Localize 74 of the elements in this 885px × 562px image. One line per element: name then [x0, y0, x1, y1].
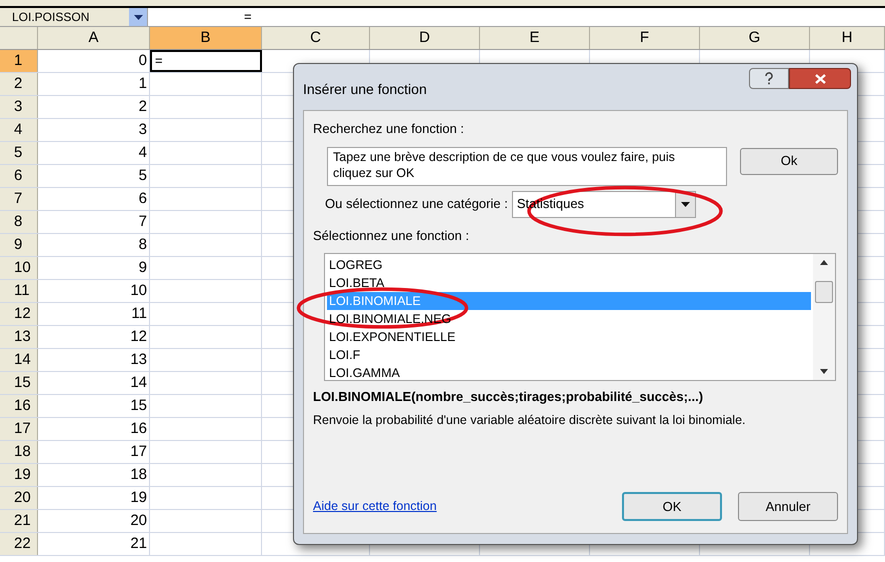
category-label: Ou sélectionnez une catégorie : [325, 195, 508, 214]
cell-value: 4 [138, 142, 147, 163]
row-header[interactable]: 20 [0, 487, 38, 509]
row-header[interactable]: 7 [0, 188, 38, 210]
cell-value: 17 [130, 442, 147, 462]
row-header[interactable]: 11 [0, 280, 38, 302]
cell-value: 20 [130, 510, 147, 531]
search-field[interactable]: Tapez une brève description de ce que vous voulez faire, puis cliquez sur OK [327, 146, 728, 186]
row-header[interactable]: 5 [0, 142, 38, 164]
row-header[interactable]: 8 [0, 211, 38, 233]
cell-value: 6 [138, 188, 147, 209]
function-item[interactable]: LOGREG [327, 256, 811, 274]
function-item[interactable]: LOI.F [327, 346, 811, 364]
cell-value: 11 [131, 304, 147, 324]
help-link[interactable]: Aide sur cette fonction [313, 497, 437, 516]
cell-value: 15 [130, 396, 147, 416]
row-header[interactable]: 6 [0, 165, 38, 187]
scrollbar[interactable] [813, 254, 835, 380]
row-header[interactable]: 19 [0, 464, 38, 486]
row-header[interactable]: 15 [0, 372, 38, 394]
cell-value: 8 [138, 234, 147, 255]
help-icon [764, 72, 774, 85]
row-header[interactable]: 16 [0, 395, 38, 417]
row-header[interactable]: 18 [0, 441, 38, 463]
cell-value: 2 [138, 96, 147, 117]
name-box[interactable]: LOI.POISSON [0, 8, 148, 26]
dialog-button[interactable]: OK [622, 492, 722, 521]
cell-value: 3 [138, 120, 147, 140]
row-header[interactable]: 10 [0, 257, 38, 279]
cell-value: 18 [130, 464, 147, 485]
cell-value: 16 [130, 418, 147, 439]
search-label: Recherchez une fonction : [313, 120, 466, 138]
formula-field[interactable]: = [148, 8, 885, 26]
row-header[interactable]: 12 [0, 303, 38, 325]
cell-value: 5 [138, 166, 147, 186]
close-icon [814, 74, 826, 84]
cell-value: 21 [130, 534, 147, 554]
help-button[interactable] [749, 68, 789, 89]
cell-value: 9 [138, 258, 147, 278]
row-header[interactable]: 2 [0, 73, 38, 95]
cell-value: 1 [138, 74, 147, 94]
function-item[interactable]: LOI.BETA [327, 274, 811, 292]
dialog-title: Insérer une fonction [303, 80, 427, 98]
close-button[interactable] [789, 68, 851, 89]
function-item[interactable]: LOI.EXPONENTIELLE [327, 328, 811, 346]
row-header[interactable]: 1 [0, 50, 38, 72]
row-header[interactable]: 22 [0, 533, 38, 555]
function-description: Renvoie la probabilité d'une variable aléatoire discrète suivant la loi binomiale. [313, 412, 747, 429]
cell-value: 14 [130, 372, 147, 393]
scrollbar-thumb[interactable] [815, 281, 833, 303]
active-cell[interactable]: = [150, 50, 262, 72]
cell-value: 7 [138, 212, 147, 232]
row-header[interactable]: 13 [0, 326, 38, 348]
row-header[interactable]: 4 [0, 119, 38, 141]
cell-value: 12 [130, 326, 147, 347]
function-item[interactable]: LOI.GAMMA [327, 364, 811, 382]
row-header[interactable]: 17 [0, 418, 38, 440]
function-item[interactable]: LOI.BINOMIALE.NEG [327, 310, 811, 328]
search-button[interactable]: Ok [740, 148, 838, 174]
row-header[interactable]: 9 [0, 234, 38, 256]
up-arrow-icon[interactable] [820, 260, 828, 265]
cell-value: 10 [130, 280, 147, 301]
row-header[interactable]: 14 [0, 349, 38, 371]
cell-value: 13 [130, 350, 147, 370]
cell-value: 0 [138, 50, 147, 71]
cell-value: 19 [130, 488, 147, 508]
row-header[interactable]: 21 [0, 510, 38, 532]
dropdown-icon[interactable] [129, 8, 147, 26]
down-arrow-icon[interactable] [820, 369, 828, 374]
row-header[interactable]: 3 [0, 96, 38, 118]
dialog-button[interactable]: Annuler [738, 492, 838, 521]
function-signature: LOI.BINOMIALE(nombre_succès;tirages;probabilité_succès;...) [313, 388, 704, 406]
column-header[interactable]: B [150, 27, 262, 49]
function-label: Sélectionnez une fonction : [313, 226, 470, 244]
